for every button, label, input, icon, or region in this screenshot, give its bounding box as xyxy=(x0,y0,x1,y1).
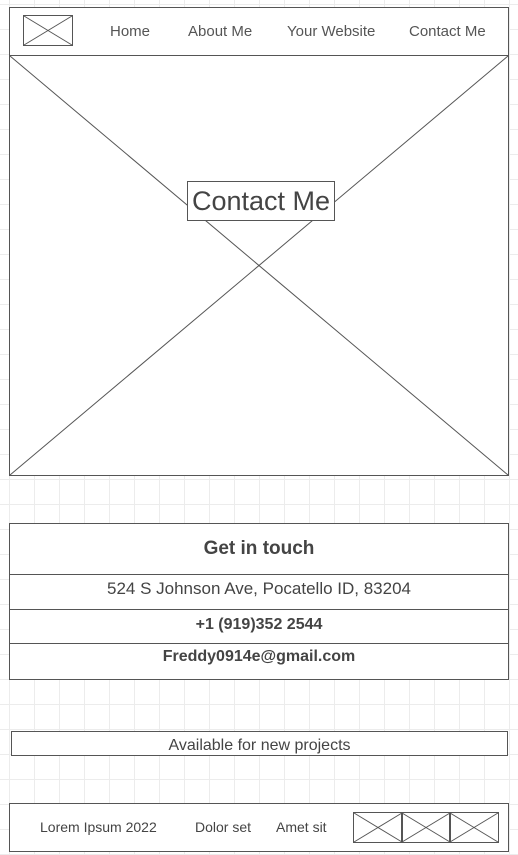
contact-heading: Get in touch xyxy=(10,524,508,575)
hero-title: Contact Me xyxy=(187,181,335,221)
contact-card: Get in touch 524 S Johnson Ave, Pocatell… xyxy=(9,523,509,680)
footer-copyright: Lorem Ipsum 2022 xyxy=(40,819,157,835)
contact-address: 524 S Johnson Ave, Pocatello ID, 83204 xyxy=(10,575,508,610)
nav-link-contact-me[interactable]: Contact Me xyxy=(409,23,486,40)
availability-banner: Available for new projects xyxy=(11,731,508,756)
logo-placeholder-icon[interactable] xyxy=(23,15,73,46)
nav-link-home[interactable]: Home xyxy=(110,23,150,40)
placeholder-image-icon xyxy=(10,56,508,475)
nav-link-about-me[interactable]: About Me xyxy=(188,23,252,40)
social-placeholder-icon[interactable] xyxy=(353,812,403,843)
contact-email[interactable]: Freddy0914e@gmail.com xyxy=(10,644,508,679)
footer: Lorem Ipsum 2022 Dolor set Amet sit xyxy=(9,803,509,852)
footer-link-amet-sit[interactable]: Amet sit xyxy=(276,819,327,835)
social-placeholder-icon[interactable] xyxy=(401,812,451,843)
footer-link-dolor-set[interactable]: Dolor set xyxy=(195,819,251,835)
social-placeholder-icon[interactable] xyxy=(449,812,499,843)
contact-phone[interactable]: +1 (919)352 2544 xyxy=(10,610,508,644)
navbar: Home About Me Your Website Contact Me xyxy=(9,7,509,56)
hero-image-placeholder: Contact Me xyxy=(9,55,509,476)
nav-link-your-website[interactable]: Your Website xyxy=(287,23,375,40)
